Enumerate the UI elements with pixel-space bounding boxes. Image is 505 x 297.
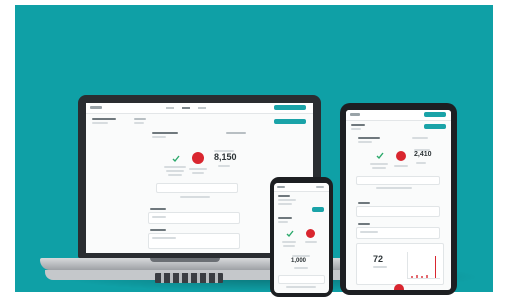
phone-screen: 1,000 [274, 183, 329, 293]
chart-bar [411, 276, 413, 278]
laptop-alert-label [192, 172, 204, 174]
tablet-form-label [358, 202, 370, 204]
tablet-primary-button[interactable] [424, 112, 446, 117]
laptop-topbar [86, 103, 313, 114]
app-logo [277, 186, 285, 188]
laptop-header-text [134, 118, 146, 120]
phone-search-box[interactable] [278, 275, 325, 284]
check-icon [286, 230, 294, 238]
phone-metric-label [282, 241, 296, 243]
alert-indicator [396, 151, 406, 161]
laptop-nav-item[interactable] [198, 107, 206, 109]
chart-bar [426, 275, 428, 278]
tablet-header-subtext [351, 128, 361, 130]
menu-icon[interactable] [316, 186, 324, 188]
tablet-search-box[interactable] [356, 176, 440, 185]
laptop-kpi-value: 8,150 [214, 152, 237, 162]
laptop-notes-text [152, 237, 176, 239]
laptop-kpi-caption [218, 165, 230, 167]
tablet-secondary-button[interactable] [424, 124, 446, 129]
laptop-nav-item[interactable] [182, 107, 190, 109]
phone-primary-button[interactable] [312, 207, 324, 212]
laptop-search-box[interactable] [156, 183, 238, 193]
marketing-scene: 8,150 2,410 72 1,000 [0, 0, 505, 297]
laptop-hinge [150, 258, 220, 262]
tablet-stat-caption [373, 266, 387, 268]
tablet-section-link[interactable] [412, 137, 428, 139]
laptop-section-title [152, 132, 178, 134]
chart-bar [416, 275, 418, 278]
tablet-screen: 2,410 72 [346, 110, 451, 290]
tablet-topbar [346, 110, 451, 121]
phone-header-subtext [278, 199, 296, 201]
tablet-header-text [351, 124, 365, 126]
laptop-primary-button[interactable] [274, 105, 306, 110]
laptop-form-value [152, 216, 166, 218]
alert-indicator [192, 152, 204, 164]
phone-metric-label [283, 245, 295, 247]
tablet-fab-button[interactable] [394, 284, 404, 290]
tablet-section-title [358, 137, 380, 139]
phone-kpi-label [292, 255, 310, 257]
check-icon [172, 155, 180, 163]
tablet-metric-label [370, 163, 388, 165]
tablet-section-subtitle [358, 141, 372, 143]
laptop-form-label [150, 229, 166, 231]
phone-header-text [278, 195, 290, 197]
laptop-header-text [92, 118, 116, 120]
laptop-form-label [150, 208, 166, 210]
app-logo [90, 106, 102, 109]
tablet-metric-label [372, 167, 386, 169]
laptop-metric-label [166, 170, 184, 172]
phone-section-subtitle [278, 221, 288, 223]
chart-bar [421, 276, 423, 278]
laptop-form-field[interactable] [148, 212, 240, 224]
tablet-stat-value: 72 [373, 254, 384, 264]
tablet-chart-card: 72 [356, 243, 444, 285]
laptop-metric-label [164, 166, 186, 168]
phone-alert-label [305, 241, 317, 243]
phone-topbar [274, 183, 329, 192]
laptop-secondary-button[interactable] [274, 119, 306, 124]
tablet-mini-chart [407, 252, 440, 279]
laptop-notes-field[interactable] [148, 233, 240, 249]
tablet-notes-text [360, 231, 378, 233]
tablet-link-text[interactable] [376, 187, 412, 189]
check-icon [376, 152, 384, 160]
tablet-form-field[interactable] [356, 206, 440, 217]
laptop-link-text[interactable] [180, 196, 210, 198]
tablet-kpi-caption [416, 162, 426, 164]
tablet-alert-label [394, 165, 408, 167]
laptop-metric-label [168, 174, 182, 176]
phone-section-title [278, 217, 292, 219]
phone-header-subtext [278, 203, 292, 205]
phone-link-text[interactable] [286, 286, 316, 288]
laptop-section-link[interactable] [226, 132, 246, 134]
alert-indicator [306, 229, 315, 238]
tablet-kpi-value: 2,410 [414, 151, 432, 158]
chart-bar [435, 256, 436, 278]
laptop-header-subtext [92, 122, 108, 124]
tablet-notes-field[interactable] [356, 227, 440, 239]
phone-kpi-caption [294, 267, 308, 269]
tablet-form-label [358, 223, 370, 225]
app-logo [350, 113, 360, 116]
phone-kpi-value: 1,000 [291, 258, 307, 264]
laptop-alert-label [189, 168, 207, 170]
laptop-header-subtext [134, 122, 144, 124]
laptop-vents [155, 273, 223, 283]
laptop-section-subtitle [152, 136, 166, 138]
laptop-nav-item[interactable] [166, 107, 174, 109]
